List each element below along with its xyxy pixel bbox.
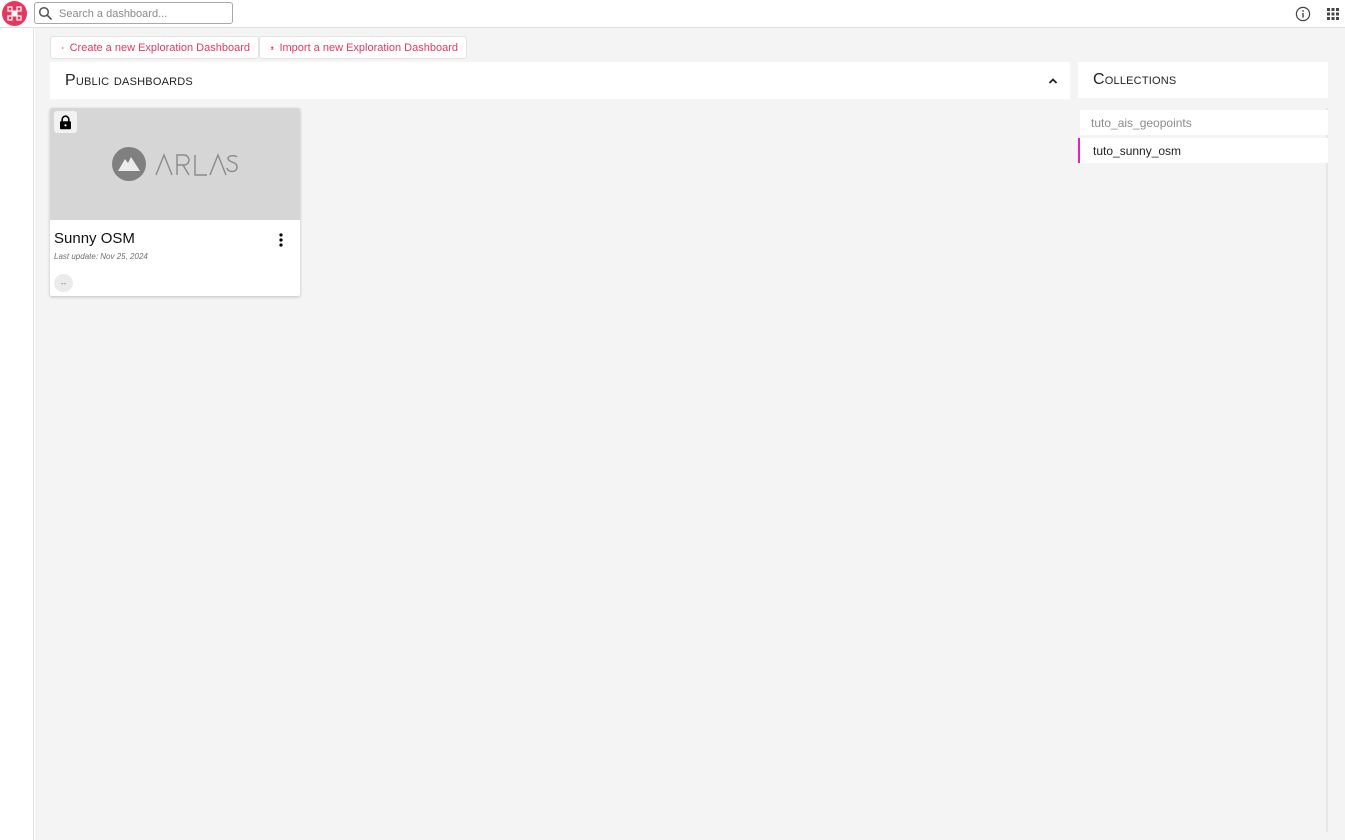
- dashboard-title[interactable]: Sunny OSM: [54, 230, 135, 247]
- main-content: Create a new Exploration Dashboard Impor…: [35, 28, 1345, 840]
- collections-list: tuto_ais_geopoints tuto_sunny_osm: [1078, 108, 1328, 832]
- collection-item-tuto-sunny-osm[interactable]: tuto_sunny_osm: [1078, 138, 1328, 163]
- lock-badge: [54, 111, 77, 133]
- create-dashboard-label: Create a new Exploration Dashboard: [69, 41, 250, 54]
- dashboard-card: Sunny OSM Last update: Nov 25, 2024 --: [50, 108, 300, 296]
- import-dashboard-label: Import a new Exploration Dashboard: [279, 41, 458, 54]
- search-icon: [38, 6, 53, 21]
- upload-icon: [270, 45, 274, 50]
- collections-header: Collections: [1078, 62, 1328, 98]
- search-box: [34, 2, 233, 24]
- plus-icon: [61, 46, 65, 49]
- apps-grid-icon[interactable]: [1326, 7, 1340, 21]
- create-dashboard-button[interactable]: Create a new Exploration Dashboard: [50, 36, 259, 59]
- search-input[interactable]: [59, 5, 229, 22]
- collection-item-tuto-ais-geopoints[interactable]: tuto_ais_geopoints: [1080, 110, 1328, 135]
- app-logo-button[interactable]: [2, 1, 27, 26]
- dashboard-menu-button[interactable]: [274, 232, 288, 248]
- network-nodes-icon: [7, 6, 22, 21]
- info-icon[interactable]: [1295, 6, 1311, 22]
- dashboard-last-update: Last update: Nov 25, 2024: [54, 252, 148, 261]
- import-dashboard-button[interactable]: Import a new Exploration Dashboard: [259, 36, 467, 59]
- public-dashboards-header: Public dashboards: [50, 62, 1070, 99]
- arlas-logo: [112, 147, 238, 181]
- dashboard-chip: --: [54, 274, 73, 292]
- top-bar: [0, 0, 1345, 28]
- collections-title: Collections: [1093, 71, 1177, 88]
- more-vert-icon: [279, 233, 283, 247]
- public-dashboards-title: Public dashboards: [65, 71, 193, 89]
- chevron-up-icon[interactable]: [1046, 74, 1060, 88]
- dashboard-thumbnail[interactable]: [50, 108, 300, 220]
- left-sidebar: [0, 28, 34, 840]
- lock-icon: [60, 114, 71, 129]
